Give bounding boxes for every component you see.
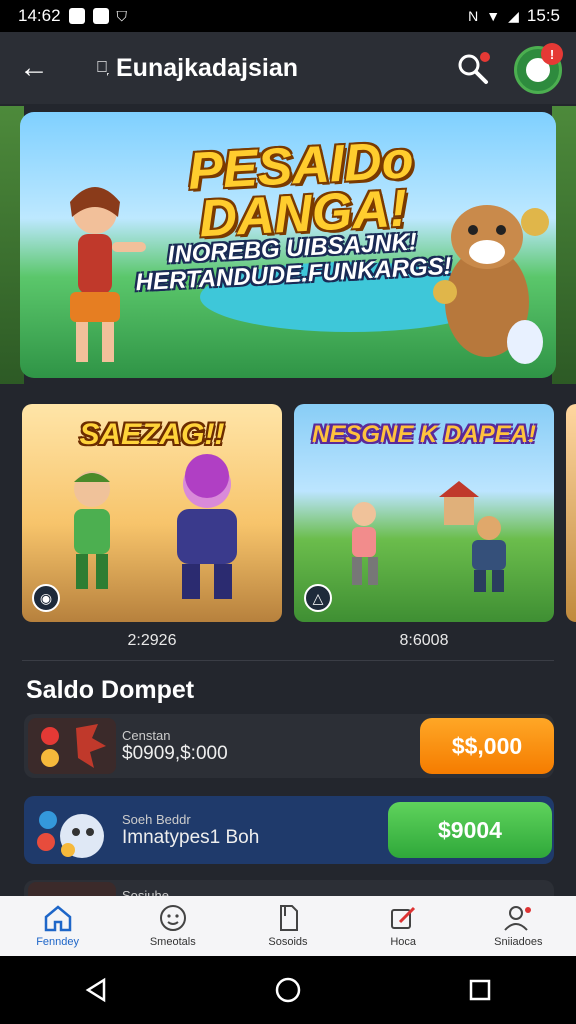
nav-item-sniiadoes[interactable]: Sniiadoes bbox=[468, 904, 568, 948]
wallet-thumbnail bbox=[28, 802, 116, 858]
green-hero-character bbox=[74, 471, 110, 589]
avatar[interactable]: ! bbox=[514, 43, 563, 94]
system-recents-button[interactable] bbox=[460, 970, 500, 1010]
square-recents-icon bbox=[469, 979, 491, 1001]
search-button[interactable] bbox=[456, 52, 490, 86]
game-card[interactable]: SAEZAG!! ◉ bbox=[22, 404, 282, 622]
games-carousel[interactable]: SAEZAG!! ◉ 2:2926 NESGNE K DAPEA! △ 8:60… bbox=[22, 404, 576, 654]
system-home-button[interactable] bbox=[268, 970, 308, 1010]
system-back-button[interactable] bbox=[76, 970, 116, 1010]
wallet-row[interactable]: Soeh Beddr Imnatypes1 Boh $9004 bbox=[24, 796, 554, 864]
game-count: 8:6008 bbox=[399, 632, 449, 649]
wallet-label: Censtan bbox=[122, 727, 171, 743]
nav-label: Sosoids bbox=[268, 936, 308, 948]
game-card[interactable]: NESGNE K DAPEA! △ bbox=[294, 404, 554, 622]
system-nav-bar bbox=[0, 956, 576, 1024]
wifi-icon: ▼ bbox=[486, 8, 501, 24]
runner-character bbox=[352, 502, 378, 585]
nav-label: Sniiadoes bbox=[494, 936, 543, 948]
profile-icon bbox=[503, 904, 533, 932]
nav-label: Hoca bbox=[390, 936, 416, 948]
avatar-badge: ! bbox=[541, 43, 563, 65]
temple-decoration bbox=[439, 481, 479, 525]
status-battery-text: 15:5 bbox=[526, 6, 560, 25]
signal-icon: ◢ bbox=[508, 7, 519, 24]
edit-icon bbox=[388, 904, 418, 932]
game-title: NESGNE K DAPEA! bbox=[311, 421, 537, 448]
gamepad-icon bbox=[92, 8, 109, 24]
nav-item-hoca[interactable]: Hoca bbox=[353, 904, 453, 948]
wallet-description: Imnatypes1 Boh bbox=[122, 826, 260, 848]
wallet-label: Soeh Beddr bbox=[122, 811, 191, 827]
notification-icon bbox=[68, 8, 85, 24]
globe-icon: ◉ bbox=[32, 584, 60, 612]
document-icon bbox=[273, 904, 303, 932]
nav-item-sosoids[interactable]: Sosoids bbox=[238, 904, 338, 948]
triangle-back-icon bbox=[85, 977, 106, 1003]
nav-label: Fenndey bbox=[36, 936, 79, 948]
game-title: SAEZAG!! bbox=[79, 418, 225, 451]
circle-home-icon bbox=[275, 977, 301, 1003]
mascot-icon bbox=[37, 811, 104, 858]
page-title-text: Eunajkadajsian bbox=[116, 53, 299, 82]
shield-icon: ⛉ bbox=[116, 7, 128, 24]
hero-image: PESAIDo DANGA! INOREBG UIBSAJNK! HERTAND… bbox=[20, 112, 556, 378]
title-logo-icon: ᐧ᷊ bbox=[96, 59, 108, 76]
nav-item-smeotals[interactable]: Smeotals bbox=[123, 904, 223, 948]
status-bar: 14:62 ⛉ N ▼ ◢ 15:5 bbox=[0, 0, 576, 32]
smiley-icon bbox=[158, 904, 188, 932]
bottom-nav: Fenndey Smeotals Sosoids Hoca Sniiadoes bbox=[0, 896, 576, 956]
nfc-icon: N bbox=[468, 8, 479, 24]
dragon-icon bbox=[41, 724, 106, 768]
nav-item-home[interactable]: Fenndey bbox=[8, 904, 108, 948]
hero-title: PESAIDo DANGA! bbox=[186, 131, 415, 249]
page-title: ᐧ᷊ Eunajkadajsian bbox=[96, 54, 298, 83]
status-time: 14:62 bbox=[18, 6, 61, 25]
purple-brute-character bbox=[177, 454, 237, 599]
nav-label: Smeotals bbox=[149, 936, 196, 948]
game-card-partial[interactable] bbox=[566, 404, 576, 622]
wallet-balance: $0909,$:000 bbox=[122, 742, 228, 764]
search-alert-dot bbox=[480, 52, 490, 62]
arrow-left-icon: ← bbox=[19, 51, 49, 84]
app-bar: ← ᐧ᷊ Eunajkadajsian ! bbox=[0, 32, 576, 104]
home-icon bbox=[43, 904, 73, 932]
back-button[interactable]: ← bbox=[18, 51, 50, 84]
divider bbox=[22, 660, 554, 661]
wallet-thumbnail bbox=[28, 718, 116, 774]
wallet-section-title: Saldo Dompet bbox=[26, 676, 195, 704]
wallet-amount-button[interactable]: $9004 bbox=[388, 802, 552, 858]
wallet-amount-button[interactable]: $$,000 bbox=[420, 718, 554, 774]
triangle-icon: △ bbox=[304, 584, 332, 612]
wallet-row[interactable]: Censtan $0909,$:000 $$,000 bbox=[24, 714, 554, 778]
hero-banner[interactable]: PESAIDo DANGA! INOREBG UIBSAJNK! HERTAND… bbox=[0, 106, 576, 384]
game-count: 2:2926 bbox=[127, 632, 177, 649]
